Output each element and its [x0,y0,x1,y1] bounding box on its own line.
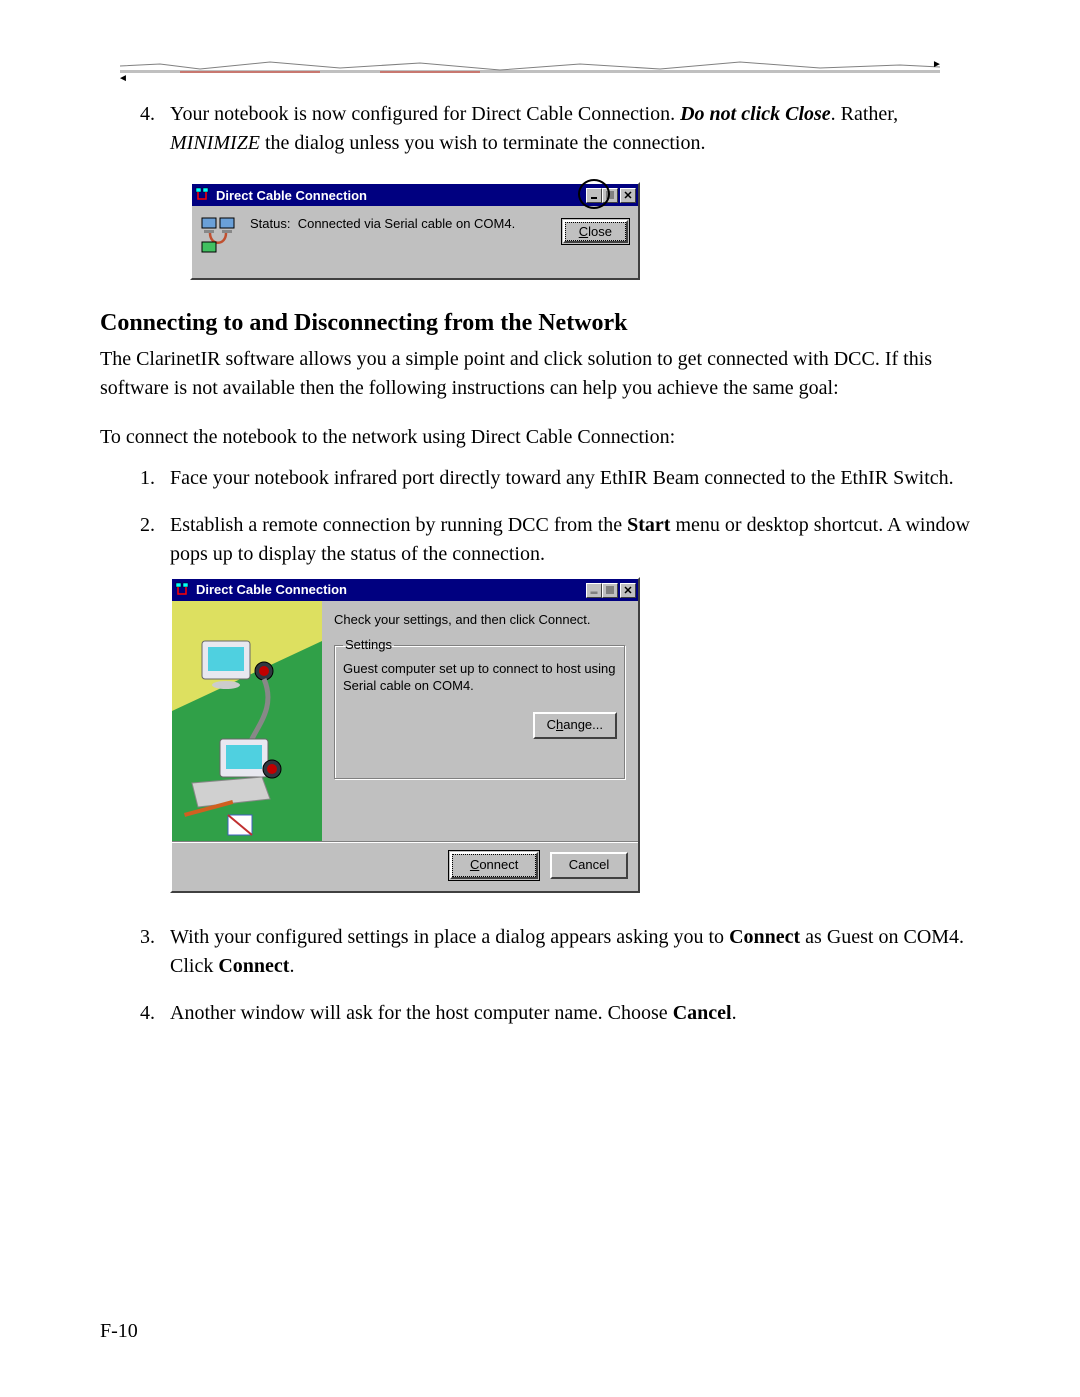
bold-connect-1: Connect [729,926,800,948]
minimize-button [586,583,602,598]
status-value: Connected via Serial cable on COM4. [298,216,516,231]
close-button[interactable] [620,188,636,203]
settings-description: Guest computer set up to connect to host… [343,661,617,695]
text: Your notebook is now configured for Dire… [170,103,680,125]
dcc-connect-dialog: Direct Cable Connection [170,577,640,893]
text: the dialog unless you wish to terminate … [260,132,705,154]
step-4: Another window will ask for the host com… [160,999,980,1028]
dialog-titlebar[interactable]: Direct Cable Connection [172,579,638,601]
intro-paragraph-2: To connect the notebook to the network u… [100,423,980,452]
text: . Rather, [831,103,899,125]
wizard-side-artwork [172,601,322,841]
text: Establish a remote connection by running… [170,514,627,536]
dialog-title: Direct Cable Connection [192,581,586,600]
text: With your configured settings in place a… [170,926,729,948]
status-label: Status: [250,216,290,231]
emph-do-not-click-close: Do not click Close [680,103,831,125]
emph-minimize: MINIMIZE [170,132,260,154]
maximize-button [602,188,618,203]
instruction-text: Check your settings, and then click Conn… [334,611,626,630]
connect-button[interactable]: Connect [448,850,540,881]
close-dialog-button[interactable]: Close [561,218,630,245]
btn-label: lose [588,224,612,239]
status-text-area: Status: Connected via Serial cable on CO… [246,216,551,233]
svg-text:►: ► [932,60,940,70]
bold-start: Start [627,514,670,536]
dialog-footer: Connect Cancel [172,841,638,891]
settings-fieldset: Settings Guest computer set up to connec… [334,636,626,780]
steps-ordered-list: Face your notebook infrared port directl… [140,464,980,1028]
svg-text:◄: ◄ [120,73,128,82]
maximize-button [602,583,618,598]
close-button[interactable] [620,583,636,598]
step-2: Establish a remote connection by running… [160,511,980,893]
page-number: F-10 [100,1320,138,1343]
dcc-status-dialog: Direct Cable Connection [190,182,640,280]
step-3: With your configured settings in place a… [160,923,980,981]
text: Face your notebook infrared port directl… [170,467,954,489]
intro-item-4: Your notebook is now configured for Dire… [160,100,980,158]
bold-cancel: Cancel [673,1002,732,1024]
dialog-title: Direct Cable Connection [212,188,586,203]
dcc-app-icon [174,582,190,598]
text: . [732,1002,737,1024]
intro-ordered-list: Your notebook is now configured for Dire… [140,100,980,158]
change-button[interactable]: Change... [533,712,617,739]
settings-legend: Settings [343,636,394,655]
section-heading: Connecting to and Disconnecting from the… [100,310,980,337]
torn-screenshot-fragment: ◄ ► [120,60,960,80]
text: Another window will ask for the host com… [170,1002,673,1024]
bold-connect-2: Connect [218,955,289,977]
minimize-button[interactable] [586,188,602,203]
step-1: Face your notebook infrared port directl… [160,464,980,493]
connection-icon [200,216,236,256]
text: . [289,955,294,977]
intro-paragraph-1: The ClarinetIR software allows you a sim… [100,345,980,403]
cancel-button[interactable]: Cancel [550,852,628,879]
dcc-app-icon [194,187,210,203]
dialog-titlebar[interactable]: Direct Cable Connection [192,184,638,206]
